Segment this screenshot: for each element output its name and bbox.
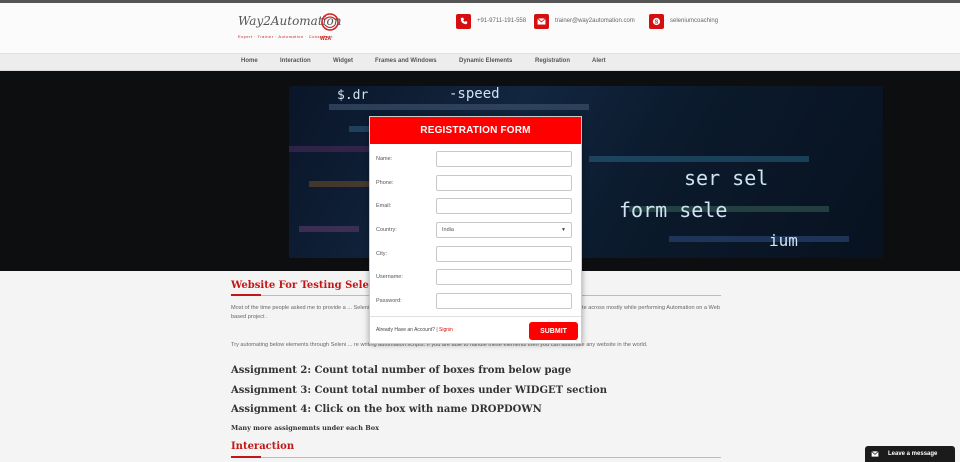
modal-title: REGISTRATION FORM (370, 117, 581, 144)
logo-mark-icon (321, 13, 339, 31)
nav-interaction[interactable]: Interaction (280, 58, 311, 64)
email-field[interactable] (436, 198, 572, 214)
phone-contact: +91-9711-191-558 (456, 13, 526, 29)
section-heading: Website For Testing Seleniu (231, 280, 388, 291)
site-header: Way2Automation Expert · Trainer · Automa… (0, 3, 960, 53)
site-logo[interactable]: Way2Automation Expert · Trainer · Automa… (238, 12, 348, 46)
phone-field[interactable] (436, 175, 572, 191)
interaction-heading: Interaction (231, 441, 295, 452)
phone-icon (456, 13, 471, 29)
submit-button[interactable]: SUBMIT (529, 322, 578, 340)
registration-modal: REGISTRATION FORM Name: Phone: Email: Co… (369, 116, 582, 344)
phone-label: Phone: (376, 180, 394, 186)
hero-code-line: -speed (449, 86, 500, 102)
hero-code-line: form sele (619, 198, 728, 222)
nav-widget[interactable]: Widget (333, 58, 353, 64)
password-label: Password: (376, 298, 402, 304)
interaction-accent (231, 456, 261, 458)
country-value: India (442, 227, 454, 233)
mail-icon (871, 451, 879, 457)
nav-registration[interactable]: Registration (535, 58, 570, 64)
modal-footer-divider (370, 316, 581, 317)
email-address: trainer@way2automation.com (555, 18, 635, 24)
nav-alert[interactable]: Alert (592, 58, 606, 64)
main-nav: Home Interaction Widget Frames and Windo… (0, 53, 960, 71)
email-label: Email: (376, 203, 392, 209)
interaction-divider (231, 457, 721, 458)
username-field[interactable] (436, 269, 572, 285)
svg-text:S: S (655, 19, 659, 25)
mail-icon (534, 13, 549, 29)
city-field[interactable] (436, 246, 572, 262)
account-text: Already Have an Account? | (376, 327, 438, 333)
nav-dynamic-elements[interactable]: Dynamic Elements (459, 58, 512, 64)
email-contact[interactable]: trainer@way2automation.com (534, 13, 635, 29)
assignment-3: Assignment 3: Count total number of boxe… (231, 385, 607, 396)
skype-icon: S (649, 13, 664, 29)
assignment-2: Assignment 2: Count total number of boxe… (231, 365, 572, 376)
country-select[interactable]: India ▼ (436, 222, 572, 238)
leave-message-widget[interactable]: Leave a message (865, 446, 955, 462)
hero-code-line: ser sel (684, 166, 769, 190)
city-label: City: (376, 251, 387, 257)
country-label: Country: (376, 227, 397, 233)
skype-id: seleniumcoaching (670, 18, 719, 24)
name-field[interactable] (436, 151, 572, 167)
assignment-4: Assignment 4: Click on the box with name… (231, 404, 542, 415)
logo-badge: W2A (320, 36, 332, 42)
password-field[interactable] (436, 293, 572, 309)
heading-accent (231, 294, 261, 296)
logo-tagline: Expert · Trainer · Automation · Consulta… (238, 34, 333, 39)
hero-code-line: ium (769, 231, 798, 250)
hero-code-line: $.dr (337, 88, 369, 103)
nav-home[interactable]: Home (241, 58, 258, 64)
username-label: Username: (376, 274, 403, 280)
skype-contact[interactable]: S seleniumcoaching (649, 13, 718, 29)
more-assignments: Many more assignemnts under each Box (231, 424, 379, 432)
nav-frames-and-windows[interactable]: Frames and Windows (375, 58, 437, 64)
signin-link[interactable]: Signin (439, 327, 453, 333)
name-label: Name: (376, 156, 393, 162)
chevron-down-icon: ▼ (561, 227, 566, 233)
phone-number: +91-9711-191-558 (477, 18, 527, 24)
account-prompt: Already Have an Account? | Signin (376, 327, 453, 333)
leave-message-label: Leave a message (888, 451, 938, 457)
